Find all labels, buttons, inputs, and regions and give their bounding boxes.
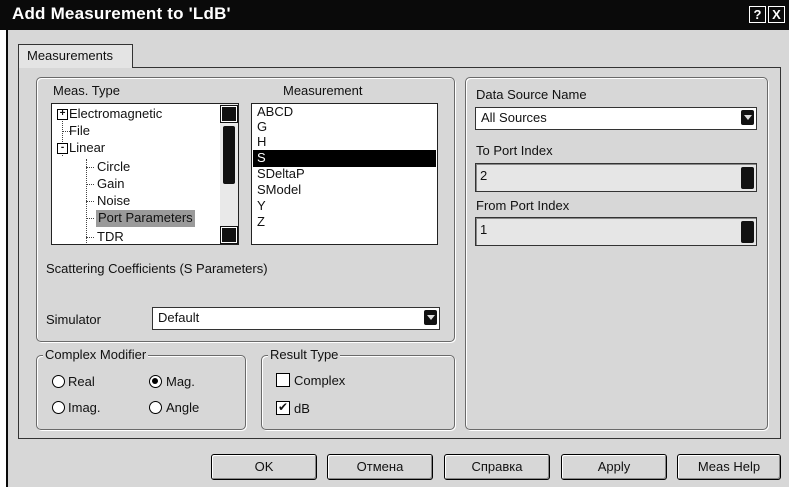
tree-item-linear[interactable]: Linear xyxy=(69,140,105,157)
tree-item-gain[interactable]: Gain xyxy=(97,176,124,193)
list-item-smodel[interactable]: SModel xyxy=(257,182,301,199)
list-item-h[interactable]: H xyxy=(257,134,266,151)
tree-scrollbar[interactable] xyxy=(220,104,238,244)
radio-mag[interactable] xyxy=(149,375,162,388)
expand-icon[interactable]: + xyxy=(57,109,68,120)
radio-angle[interactable] xyxy=(149,401,162,414)
measurement-description: Scattering Coefficients (S Parameters) xyxy=(46,261,268,276)
list-item-z[interactable]: Z xyxy=(257,214,265,231)
data-source-value: All Sources xyxy=(481,110,547,125)
to-port-value[interactable]: 2 xyxy=(480,168,487,183)
tree-item-circle[interactable]: Circle xyxy=(97,159,130,176)
tree-connector xyxy=(86,167,94,168)
measurement-header: Measurement xyxy=(283,83,363,98)
spin-arrows-icon[interactable] xyxy=(741,167,754,189)
measurement-list[interactable]: ABCD G H S SDeltaP SModel Y Z xyxy=(251,103,438,245)
complex-checkbox-label[interactable]: Complex xyxy=(294,373,345,388)
tree-connector xyxy=(86,218,94,219)
to-port-spinner[interactable]: 2 xyxy=(475,163,757,192)
tree-connector xyxy=(86,201,94,202)
tree-item-tdr[interactable]: TDR xyxy=(97,229,124,244)
simulator-label: Simulator xyxy=(46,312,101,327)
meas-type-header: Meas. Type xyxy=(53,83,120,98)
result-type-group xyxy=(261,355,455,430)
list-item-s[interactable]: S xyxy=(253,150,436,167)
data-source-label: Data Source Name xyxy=(476,87,587,102)
collapse-icon[interactable]: - xyxy=(57,143,68,154)
data-source-select[interactable]: All Sources xyxy=(475,107,757,130)
meas-help-button[interactable]: Meas Help xyxy=(677,454,781,480)
from-port-label: From Port Index xyxy=(476,198,570,213)
chevron-down-icon[interactable] xyxy=(741,110,754,125)
tree-connector xyxy=(86,159,87,244)
tree-item-file[interactable]: File xyxy=(69,123,90,140)
complex-modifier-group xyxy=(36,355,246,430)
scroll-up-icon[interactable] xyxy=(221,106,237,122)
to-port-label: To Port Index xyxy=(476,143,553,158)
scroll-down-icon[interactable] xyxy=(221,227,237,243)
help-button[interactable]: Справка xyxy=(444,454,550,480)
radio-imag[interactable] xyxy=(52,401,65,414)
spin-arrows-icon[interactable] xyxy=(741,221,754,243)
tree-item-electromagnetic[interactable]: Electromagnetic xyxy=(69,106,162,123)
simulator-select[interactable]: Default xyxy=(152,307,440,330)
complex-modifier-legend: Complex Modifier xyxy=(43,347,149,362)
tree-connector xyxy=(86,237,94,238)
apply-button[interactable]: Apply xyxy=(561,454,667,480)
tree-item-noise[interactable]: Noise xyxy=(97,193,130,210)
chevron-down-icon[interactable] xyxy=(424,310,437,325)
tab-measurements[interactable]: Measurements xyxy=(18,44,133,68)
radio-angle-label[interactable]: Angle xyxy=(166,400,199,415)
list-item-sdeltap[interactable]: SDeltaP xyxy=(257,166,305,183)
radio-mag-label[interactable]: Mag. xyxy=(166,374,195,389)
complex-checkbox[interactable] xyxy=(276,373,290,387)
simulator-value: Default xyxy=(158,310,200,325)
window-title: Add Measurement to 'LdB' xyxy=(12,4,231,23)
from-port-spinner[interactable]: 1 xyxy=(475,217,757,246)
title-bar[interactable]: Add Measurement to 'LdB' ? X xyxy=(0,0,789,30)
tree-item-port-parameters[interactable]: Port Parameters xyxy=(96,210,195,227)
close-icon[interactable]: X xyxy=(768,6,785,23)
ok-button[interactable]: OK xyxy=(211,454,317,480)
result-type-legend: Result Type xyxy=(268,347,341,362)
tree-connector xyxy=(86,184,94,185)
db-checkbox-label[interactable]: dB xyxy=(294,401,310,416)
help-icon[interactable]: ? xyxy=(749,6,766,23)
list-item-y[interactable]: Y xyxy=(257,198,266,215)
scroll-thumb[interactable] xyxy=(223,126,235,184)
meas-type-tree[interactable]: + Electromagnetic File - Linear Circle G… xyxy=(51,103,239,245)
radio-real-label[interactable]: Real xyxy=(68,374,95,389)
from-port-value[interactable]: 1 xyxy=(480,222,487,237)
radio-real[interactable] xyxy=(52,375,65,388)
db-checkbox[interactable]: ✔ xyxy=(276,401,290,415)
radio-imag-label[interactable]: Imag. xyxy=(68,400,101,415)
cancel-button[interactable]: Отмена xyxy=(327,454,433,480)
